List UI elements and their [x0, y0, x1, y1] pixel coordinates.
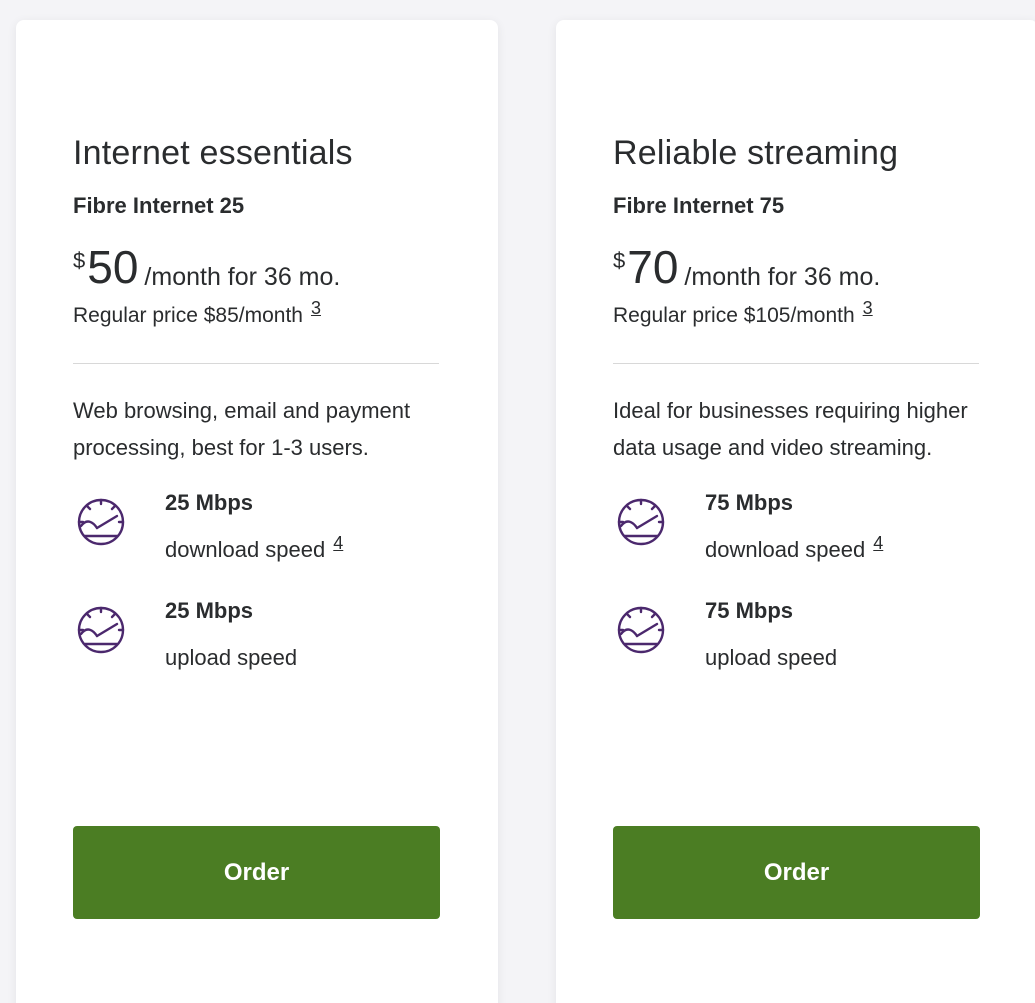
regular-price-text: Regular price $105/month: [613, 304, 855, 327]
download-speed-value: 25 Mbps: [165, 490, 254, 515]
plan-product: Fibre Internet 25: [73, 193, 245, 218]
upload-speed-value: 25 Mbps: [165, 598, 254, 623]
feature-text: 25 Mbps upload speed: [165, 596, 297, 673]
footnote-link[interactable]: 3: [863, 298, 873, 318]
price-period: /month for 36 mo.: [144, 263, 341, 291]
feature-text: 75 Mbps download speed 4: [705, 488, 883, 566]
footnote-link[interactable]: 4: [873, 533, 883, 553]
download-speed-value: 75 Mbps: [705, 490, 794, 515]
plan-product: Fibre Internet 75: [613, 193, 785, 218]
upload-speed-feature: 25 Mbps upload speed: [73, 596, 441, 673]
currency-symbol: $: [613, 248, 626, 273]
speedometer-icon: [77, 606, 125, 654]
price-row: $ 70 /month for 36 mo.: [613, 244, 981, 292]
upload-speed-label: upload speed: [165, 645, 298, 670]
upload-speed-feature: 75 Mbps upload speed: [613, 596, 981, 673]
divider: [73, 363, 439, 364]
currency-symbol: $: [73, 248, 86, 273]
plan-card-reliable-streaming: Reliable streaming Fibre Internet 75 $ 7…: [556, 20, 1035, 1003]
price-period: /month for 36 mo.: [684, 263, 881, 291]
price-amount: 50: [87, 241, 139, 293]
divider: [613, 363, 979, 364]
plan-title: Internet essentials: [73, 134, 353, 172]
regular-price: Regular price $85/month 3: [73, 298, 441, 330]
regular-price: Regular price $105/month 3: [613, 298, 981, 330]
footnote-link[interactable]: 4: [333, 533, 343, 553]
regular-price-text: Regular price $85/month: [73, 304, 303, 327]
plan-description: Web browsing, email and payment processi…: [73, 398, 411, 460]
speedometer-icon: [77, 498, 125, 546]
download-speed-label: download speed 4: [165, 533, 343, 566]
plan-description: Ideal for businesses requiring higher da…: [613, 398, 968, 460]
download-speed-label-text: download speed: [165, 537, 326, 562]
upload-speed-value: 75 Mbps: [705, 598, 794, 623]
footnote-link[interactable]: 3: [311, 298, 321, 318]
upload-speed-label: upload speed: [705, 645, 838, 670]
price-row: $ 50 /month for 36 mo.: [73, 244, 441, 292]
price-amount: 70: [627, 241, 679, 293]
feature-text: 25 Mbps download speed 4: [165, 488, 343, 566]
plan-card-internet-essentials: Internet essentials Fibre Internet 25 $ …: [16, 20, 498, 1003]
speedometer-icon: [617, 606, 665, 654]
order-button[interactable]: Order: [73, 826, 440, 919]
feature-text: 75 Mbps upload speed: [705, 596, 837, 673]
download-speed-label: download speed 4: [705, 533, 883, 566]
download-speed-feature: 75 Mbps download speed 4: [613, 488, 981, 566]
order-button[interactable]: Order: [613, 826, 980, 919]
speedometer-icon: [617, 498, 665, 546]
plan-title: Reliable streaming: [613, 134, 899, 172]
download-speed-feature: 25 Mbps download speed 4: [73, 488, 441, 566]
download-speed-label-text: download speed: [705, 537, 866, 562]
plans-section: Internet essentials Fibre Internet 25 $ …: [0, 0, 1035, 1003]
